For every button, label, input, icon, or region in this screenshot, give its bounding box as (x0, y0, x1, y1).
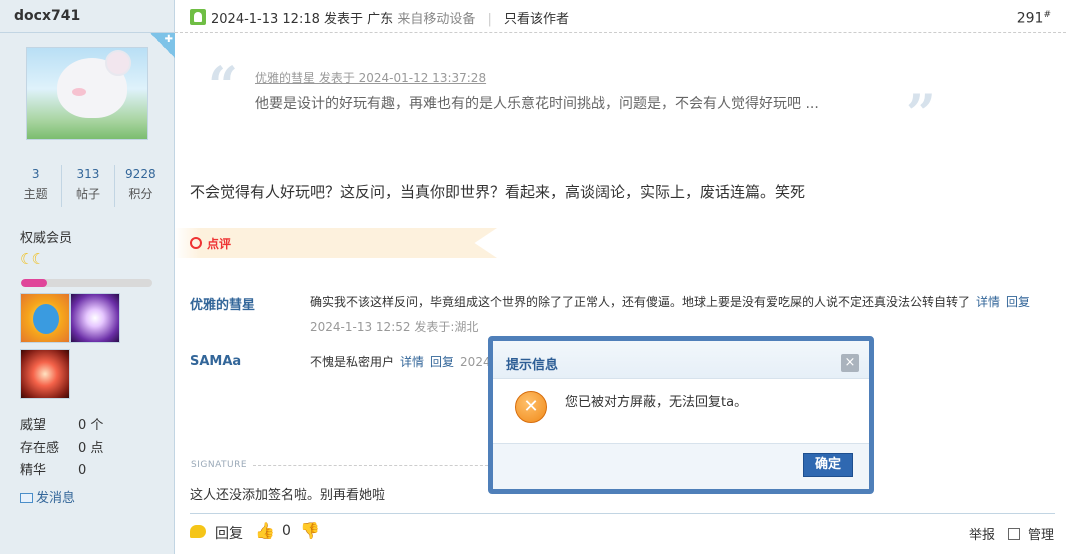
stat-topics-label: 主题 (23, 187, 48, 201)
stat-points-label: 积分 (128, 187, 153, 201)
floor-number[interactable]: 291# (1017, 10, 1051, 27)
comment-author[interactable]: 优雅的彗星 (190, 294, 255, 313)
avatar-ear (105, 50, 131, 76)
comment-detail-link[interactable]: 详情 (400, 355, 424, 369)
signature-text: 这人还没添加签名啦。别再看她啦 (190, 488, 386, 503)
footer-divider (190, 513, 1055, 514)
medal-icon[interactable] (70, 293, 120, 343)
info-key: 精华 (20, 463, 47, 478)
info-digest: 精华 0 (20, 459, 86, 478)
signature-label: SIGNATURE (191, 460, 248, 470)
thumbs-up-icon[interactable]: 👍 (255, 521, 275, 541)
info-key: 威望 (20, 418, 47, 433)
info-presence: 存在感 0 点 (20, 437, 103, 456)
dialog-body: ✕ 您已被对方屏蔽，无法回复ta。 (493, 379, 869, 443)
stat-posts-label: 帖子 (75, 187, 100, 201)
info-value: 0 个 (78, 418, 104, 433)
stat-posts[interactable]: 313 帖子 (62, 165, 115, 207)
info-value: 0 (78, 463, 87, 478)
post-location: 广东 (367, 12, 394, 27)
stat-posts-value: 313 (76, 167, 100, 181)
alert-dialog: 提示信息 × ✕ 您已被对方屏蔽，无法回复ta。 确定 (488, 336, 874, 494)
manage-label: 管理 (1028, 528, 1055, 543)
post-header: 2024-1-13 12:18 发表于 广东 来自移动设备 | 只看该作者 29… (175, 0, 1066, 33)
quote-author[interactable]: 优雅的彗星 发表于 2024-01-12 13:37:28 (255, 69, 486, 86)
quote-open-icon: “ (208, 56, 238, 117)
post-posted-label: 发表于 (324, 12, 364, 27)
only-author-link[interactable]: 只看该作者 (504, 12, 569, 27)
stat-points-value: 9228 (125, 167, 156, 181)
quote-close-icon: ” (906, 84, 936, 145)
like-count: 0 (282, 523, 291, 539)
quote-block: “ 优雅的彗星 发表于 2024-01-12 13:37:28 他要是设计的好玩… (208, 56, 938, 145)
dialog-footer: 确定 (493, 443, 869, 489)
level-progress-fill (21, 279, 48, 287)
comment-time: 2024-1-13 12:52 发表于:湖北 (310, 320, 479, 334)
floor-value: 291 (1016, 10, 1044, 27)
medal-icon[interactable] (20, 349, 70, 399)
comment-circle-icon (190, 237, 202, 249)
manage-checkbox[interactable] (1008, 528, 1020, 540)
info-prestige: 威望 0 个 (20, 414, 103, 433)
post-device: 来自移动设备 (397, 12, 476, 27)
confirm-button[interactable]: 确定 (803, 453, 853, 477)
comment-section-label: 点评 (207, 237, 232, 251)
online-status-icon (190, 9, 206, 25)
floor-mark: # (1043, 10, 1051, 20)
signature-divider (253, 465, 493, 466)
quote-text: 他要是设计的好玩有趣，再难也有的是人乐意花时间挑战，问题是，不会有人觉得好玩吧 … (255, 96, 819, 112)
dialog-title: 提示信息 (506, 358, 559, 373)
level-progress-bar (21, 279, 152, 287)
reply-button[interactable]: 回复 (215, 523, 243, 543)
report-link[interactable]: 举报 (969, 524, 995, 543)
info-key: 存在感 (20, 441, 60, 456)
avatar[interactable] (26, 47, 148, 140)
comment-detail-link[interactable]: 详情 (976, 295, 1000, 309)
comment-content: 不愧是私密用户 (310, 355, 395, 369)
dialog-header: 提示信息 × (493, 341, 869, 379)
post-date: 2024-1-13 12:18 (211, 12, 320, 27)
author-username[interactable]: docx741 (14, 8, 80, 24)
dialog-message: 您已被对方屏蔽，无法回复ta。 (565, 395, 748, 410)
post-body: 不会觉得有人好玩吧？这反问，当真你即世界？看起来，高谈阔论，实际上，废话连篇。笑… (190, 183, 806, 201)
comment-text: 确实我不该这样反问，毕竟组成这个世界的除了了正常人，还有傻逼。地球上要是没有爱吃… (310, 293, 1030, 310)
medal-icon[interactable] (20, 293, 70, 343)
meta-separator: | (487, 12, 492, 27)
thumbs-down-icon[interactable]: 👎 (300, 521, 320, 541)
post-meta: 2024-1-13 12:18 发表于 广东 来自移动设备 | 只看该作者 (211, 8, 569, 27)
send-message-link[interactable]: 发消息 (20, 487, 75, 506)
comment-author[interactable]: SAMAa (190, 354, 241, 369)
sidebar-divider (0, 32, 175, 33)
close-icon[interactable]: × (841, 354, 859, 372)
author-sidebar: docx741 ✚ 3 主题 313 帖子 9228 积分 权威会员 ☾☾ 威望… (0, 0, 175, 554)
comment-content: 确实我不该这样反问，毕竟组成这个世界的除了了正常人，还有傻逼。地球上要是没有爱吃… (310, 295, 971, 309)
send-message-label: 发消息 (36, 491, 76, 506)
stat-topics-value: 3 (31, 167, 40, 181)
reply-icon[interactable] (190, 525, 206, 538)
stat-topics[interactable]: 3 主题 (10, 165, 63, 207)
user-group[interactable]: 权威会员 (20, 227, 72, 246)
envelope-icon (20, 493, 33, 503)
corner-badge-icon: ✚ (150, 33, 175, 58)
moon-rank-icon: ☾☾ (20, 250, 45, 268)
error-icon: ✕ (515, 391, 547, 423)
comment-reply-link[interactable]: 回复 (1006, 295, 1030, 309)
comment-text: 不愧是私密用户 详情 回复 2024- (310, 353, 495, 370)
avatar-cheek (72, 88, 86, 96)
stat-points[interactable]: 9228 积分 (115, 165, 166, 207)
comment-reply-link[interactable]: 回复 (430, 355, 454, 369)
info-value: 0 点 (78, 441, 104, 456)
comment-section-tag: 点评 (175, 228, 497, 258)
user-stats: 3 主题 313 帖子 9228 积分 (10, 165, 166, 207)
